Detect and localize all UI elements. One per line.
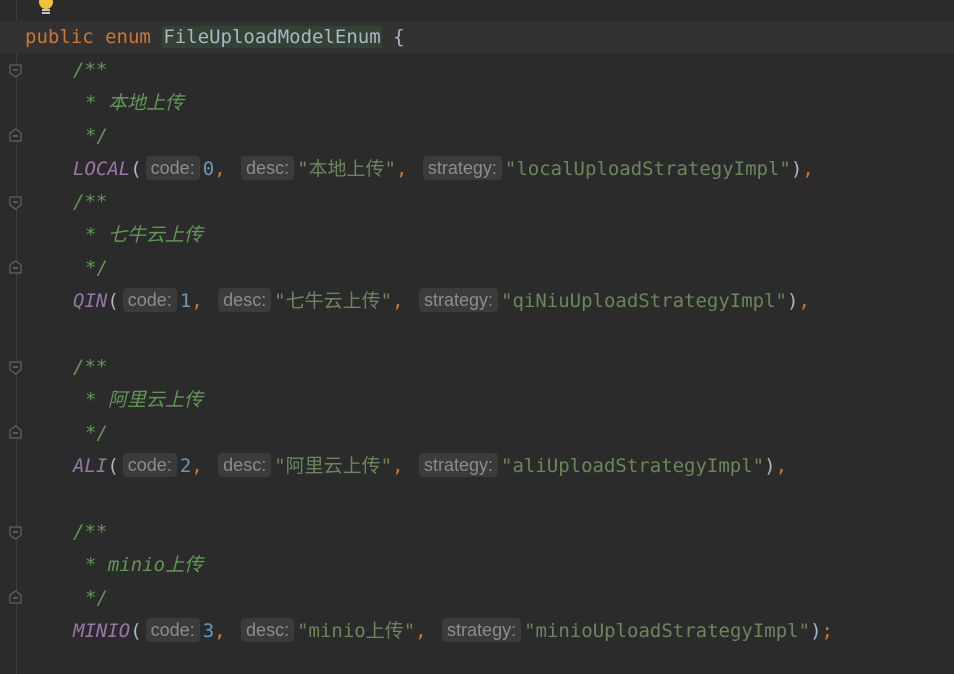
enum-constant-name[interactable]: QIN [73, 290, 107, 312]
javadoc-open: /** [73, 59, 108, 81]
param-hint-code: code: [122, 453, 177, 477]
editor-gutter [0, 0, 22, 674]
param-hint-code: code: [145, 618, 200, 642]
param-hint-code: code: [122, 288, 177, 312]
enum-constant-line[interactable]: LOCAL(code: 0, desc: "本地上传", strategy: "loc… [73, 153, 814, 185]
param-hint-strategy: strategy: [442, 618, 522, 642]
javadoc-open: /** [73, 191, 108, 213]
keyword-public: public [25, 26, 94, 48]
javadoc-close: */ [85, 257, 108, 279]
fold-marker-icon[interactable] [9, 526, 22, 540]
javadoc-close: */ [85, 587, 108, 609]
gutter-divider [16, 0, 17, 674]
strategy-value: "qiNiuUploadStrategyImpl" [501, 290, 787, 312]
fold-marker-icon[interactable] [9, 260, 22, 274]
strategy-value: "localUploadStrategyImpl" [504, 158, 791, 180]
javadoc-text: * 本地上传 [85, 92, 184, 114]
param-hint-desc: desc: [218, 288, 272, 312]
enum-constant-name[interactable]: LOCAL [73, 158, 130, 180]
javadoc-text: * 七牛云上传 [85, 224, 203, 246]
desc-value: "阿里云上传" [274, 455, 393, 477]
fold-marker-icon[interactable] [9, 64, 22, 78]
javadoc-text: * 阿里云上传 [85, 389, 203, 411]
fold-marker-icon[interactable] [9, 361, 22, 375]
javadoc-close: */ [85, 422, 108, 444]
javadoc-open: /** [73, 521, 108, 543]
enum-constant-line[interactable]: MINIO(code: 3, desc: "minio上传", strategy: "… [73, 615, 833, 647]
param-hint-desc: desc: [218, 453, 272, 477]
keyword-enum: enum [105, 26, 151, 48]
code-value: 1 [179, 290, 192, 312]
fold-marker-icon[interactable] [9, 590, 22, 604]
enum-constant-name[interactable]: ALI [73, 455, 107, 477]
param-hint-code: code: [145, 156, 200, 180]
strategy-value: "minioUploadStrategyImpl" [524, 620, 811, 642]
fold-marker-icon[interactable] [9, 425, 22, 439]
enum-class-name[interactable]: FileUploadModelEnum [162, 26, 382, 48]
desc-value: "minio上传" [297, 620, 416, 642]
fold-marker-icon[interactable] [9, 196, 22, 210]
fold-marker-icon[interactable] [9, 128, 22, 142]
desc-value: "七牛云上传" [274, 290, 393, 312]
javadoc-open: /** [73, 356, 108, 378]
enum-declaration-line[interactable]: public enum FileUploadModelEnum { [0, 21, 954, 53]
param-hint-desc: desc: [241, 156, 295, 180]
open-brace: { [393, 26, 405, 48]
code-value: 2 [179, 455, 192, 477]
code-value: 0 [202, 158, 215, 180]
lightbulb-icon[interactable] [36, 0, 56, 20]
enum-constant-line[interactable]: ALI(code: 2, desc: "阿里云上传", strategy: "aliU… [73, 450, 787, 482]
enum-constant-name[interactable]: MINIO [73, 620, 130, 642]
javadoc-text: * minio上传 [85, 554, 204, 576]
code-value: 3 [202, 620, 215, 642]
param-hint-strategy: strategy: [418, 288, 499, 312]
param-hint-strategy: strategy: [418, 453, 499, 477]
param-hint-strategy: strategy: [422, 156, 502, 180]
enum-constant-line[interactable]: QIN(code: 1, desc: "七牛云上传", strategy: "qiNi… [73, 285, 810, 317]
javadoc-close: */ [85, 125, 108, 147]
desc-value: "本地上传" [297, 158, 396, 180]
strategy-value: "aliUploadStrategyImpl" [501, 455, 765, 477]
param-hint-desc: desc: [241, 618, 295, 642]
